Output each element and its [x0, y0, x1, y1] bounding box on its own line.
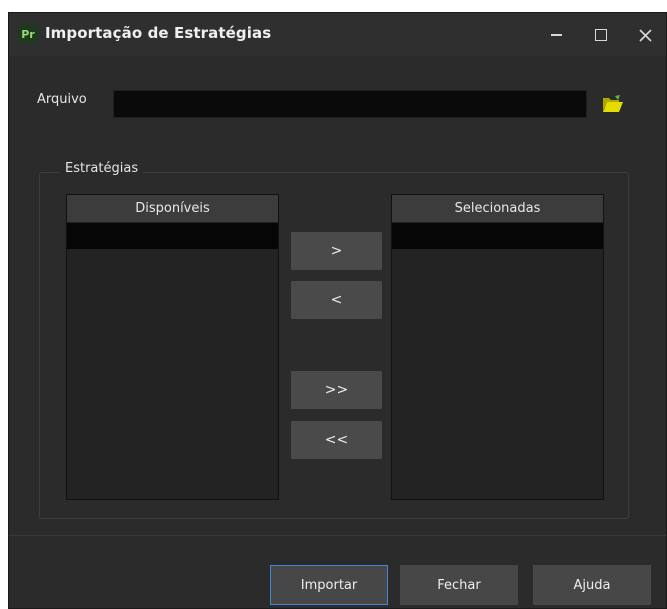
file-label: Arquivo	[37, 92, 87, 107]
close-icon	[638, 28, 652, 42]
close-button[interactable]: Fechar	[400, 565, 518, 605]
add-all-button[interactable]: >>	[291, 371, 382, 409]
list-item[interactable]	[67, 223, 278, 249]
folder-open-icon	[603, 95, 623, 112]
minimize-button[interactable]	[540, 21, 572, 49]
remove-selected-button[interactable]: <	[291, 281, 382, 319]
browse-file-button[interactable]	[602, 94, 624, 114]
import-strategies-dialog: Pr Importação de Estratégias Arquivo Est…	[8, 12, 667, 609]
available-strategies-list[interactable]: Disponíveis	[66, 194, 279, 500]
add-selected-button[interactable]: >	[291, 232, 382, 270]
selected-list-header[interactable]: Selecionadas	[392, 195, 603, 223]
title-bar[interactable]: Pr Importação de Estratégias	[9, 13, 666, 56]
window-title: Importação de Estratégias	[45, 24, 272, 42]
maximize-icon	[595, 29, 607, 41]
footer-divider	[9, 535, 666, 536]
maximize-button[interactable]	[585, 21, 617, 49]
minimize-icon	[550, 34, 562, 36]
strategies-group-title: Estratégias	[60, 161, 144, 176]
file-path-input[interactable]	[113, 90, 587, 118]
selected-strategies-list[interactable]: Selecionadas	[391, 194, 604, 500]
remove-all-button[interactable]: <<	[291, 421, 382, 459]
list-item[interactable]	[392, 223, 603, 249]
close-window-button[interactable]	[629, 21, 661, 49]
app-logo-icon: Pr	[18, 25, 38, 43]
available-list-header[interactable]: Disponíveis	[67, 195, 278, 223]
help-button[interactable]: Ajuda	[533, 565, 651, 605]
import-button[interactable]: Importar	[270, 565, 388, 605]
